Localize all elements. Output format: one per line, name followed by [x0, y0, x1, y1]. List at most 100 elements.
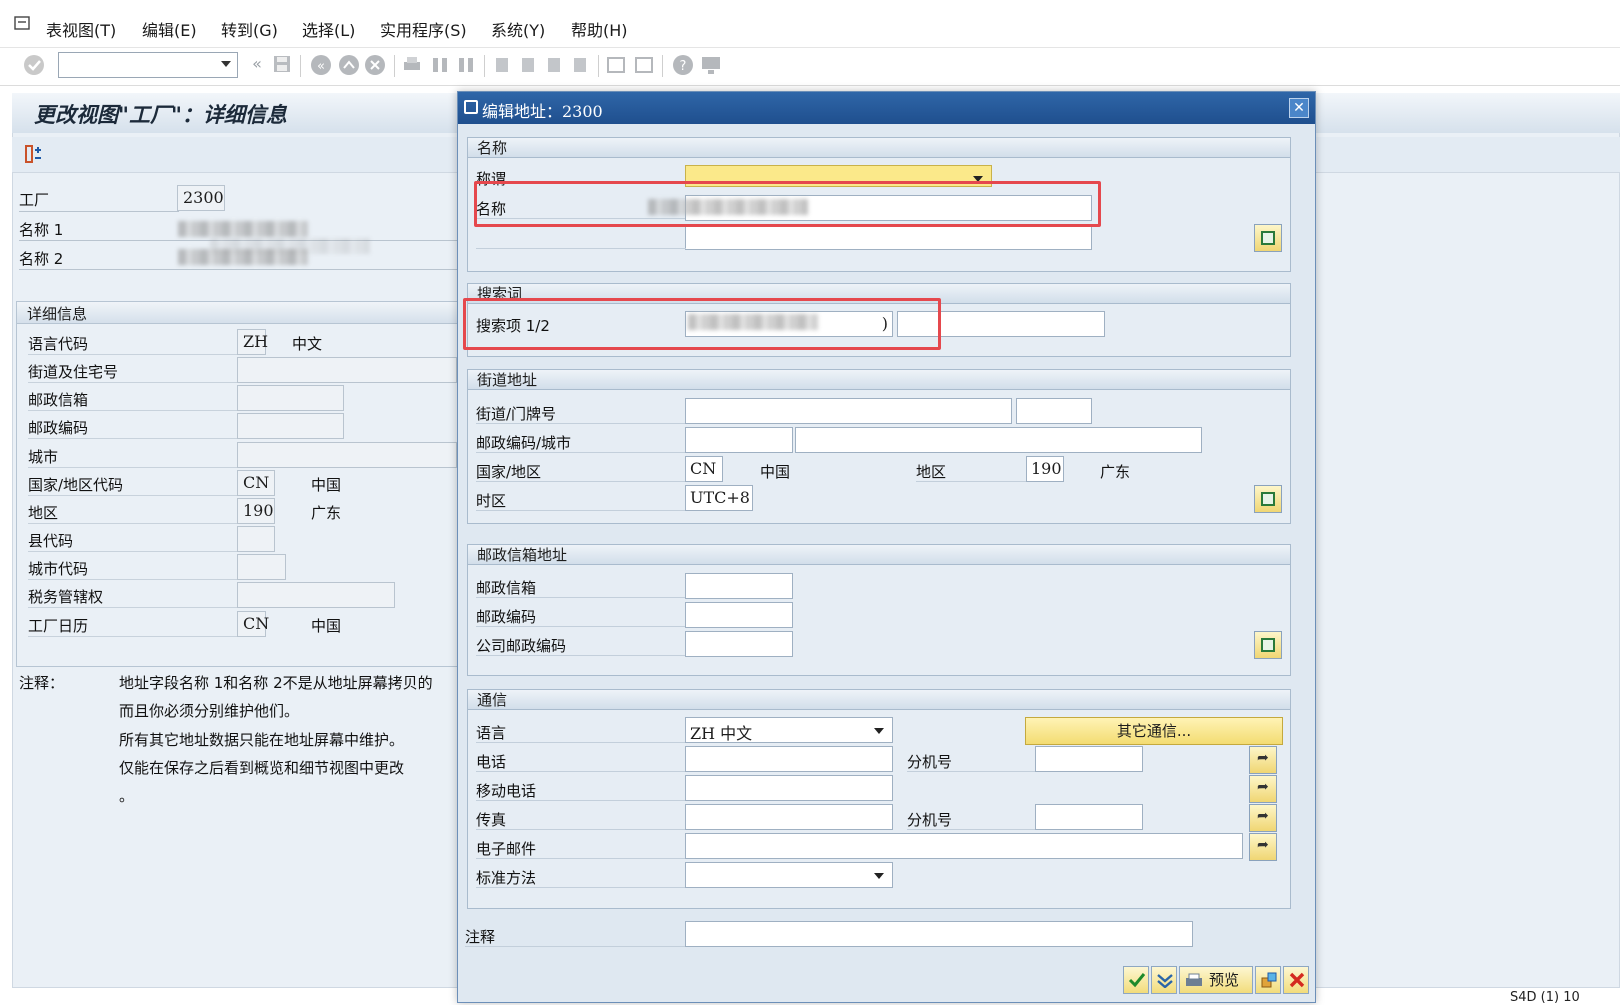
language-name: 中文 [292, 335, 323, 353]
county-code-label: 县代码 [28, 532, 74, 550]
pobox-postal-field[interactable] [685, 602, 793, 628]
exit-icon[interactable] [338, 54, 360, 76]
note-line: 所有其它地址数据只能在地址屏幕中维护。 [119, 731, 405, 749]
email-details-button[interactable]: ➦ [1249, 833, 1277, 861]
find-icon[interactable] [430, 55, 450, 75]
company-postal-field[interactable] [685, 631, 793, 657]
find-next-icon[interactable] [456, 55, 476, 75]
chevron-down-icon[interactable] [221, 61, 231, 67]
city-field[interactable] [795, 427, 1202, 453]
copy-address-icon [1261, 972, 1277, 988]
street-address-section-title: 街道地址 [468, 370, 1290, 390]
preview-label: 预览 [1208, 971, 1239, 989]
status-bar-system[interactable]: S4D (1) 10 [1510, 990, 1580, 1005]
chevron-down-icon[interactable] [874, 728, 884, 734]
plant-field: 2300 [177, 185, 225, 211]
cancel-x-icon [1289, 972, 1305, 988]
preview-button[interactable]: 预览 [1179, 966, 1253, 994]
menu-goto[interactable]: 转到(G) [221, 17, 278, 41]
close-icon[interactable]: ✕ [1289, 98, 1309, 118]
timezone-label: 时区 [476, 492, 507, 510]
email-label: 电子邮件 [476, 840, 537, 858]
country-name: 中国 [760, 463, 791, 481]
help-icon[interactable]: ? [672, 54, 694, 76]
phone-details-button[interactable]: ➦ [1249, 746, 1277, 774]
plant-label: 工厂 [19, 191, 50, 209]
language-select[interactable]: ZH 中文 [685, 717, 893, 743]
chevron-down-icon[interactable] [874, 873, 884, 879]
postal-code-field[interactable] [685, 427, 793, 453]
display-change-icon[interactable] [24, 144, 44, 164]
menu-system[interactable]: 系统(Y) [491, 17, 545, 41]
name-field-2[interactable] [685, 224, 1092, 250]
last-page-icon[interactable] [570, 55, 590, 75]
next-page-icon[interactable] [544, 55, 564, 75]
email-field[interactable] [685, 833, 1243, 859]
back-icon[interactable]: « [247, 54, 267, 74]
name-more-fields-button[interactable] [1254, 224, 1282, 252]
first-page-icon[interactable] [492, 55, 512, 75]
region-label: 地区 [916, 463, 947, 481]
menu-utilities[interactable]: 实用程序(S) [380, 17, 467, 41]
note-label: 注释： [19, 674, 65, 692]
dialog-window-icon [464, 100, 478, 114]
house-number-field[interactable] [1016, 398, 1092, 424]
postal-city-label: 邮政编码/城市 [476, 434, 572, 452]
fax-details-button[interactable]: ➦ [1249, 804, 1277, 832]
pobox-field[interactable] [685, 573, 793, 599]
menu-edit[interactable]: 编辑(E) [142, 17, 197, 41]
timezone-field[interactable]: UTC+8 [685, 485, 753, 511]
tax-jurisdiction-label: 税务管辖权 [28, 588, 104, 606]
remark-label: 注释 [465, 928, 496, 946]
region-name: 广东 [1100, 463, 1131, 481]
enter-icon[interactable] [23, 54, 45, 76]
remark-field[interactable] [685, 921, 1193, 947]
cancel-icon[interactable] [364, 54, 386, 76]
postal-code-label: 邮政编码 [28, 419, 89, 437]
fax-ext-field[interactable] [1035, 804, 1143, 830]
highlight-search-term [463, 298, 941, 350]
app-menu-icon[interactable] [14, 16, 30, 30]
layout-menu-icon[interactable] [700, 55, 722, 75]
region-field[interactable]: 190 [1026, 456, 1064, 482]
phone-ext-field[interactable] [1035, 746, 1143, 772]
city-code-field [237, 554, 286, 580]
name-section-title: 名称 [468, 138, 1290, 158]
copy-button[interactable] [1255, 966, 1281, 994]
dialog-title: 编辑地址：2300 [482, 102, 603, 121]
street-more-fields-button[interactable] [1254, 485, 1282, 513]
menu-table-view[interactable]: 表视图(T) [46, 17, 116, 41]
country-field[interactable]: CN [685, 456, 723, 482]
pobox-more-fields-button[interactable] [1254, 631, 1282, 659]
factory-calendar-label: 工厂日历 [28, 617, 89, 635]
checkmark-icon [1128, 973, 1146, 988]
factory-calendar-field: CN [237, 611, 269, 637]
save-icon[interactable] [272, 54, 292, 74]
new-session-icon[interactable] [606, 55, 626, 75]
edit-arrow-icon: ➦ [1257, 750, 1269, 766]
transfer-button[interactable] [1151, 966, 1177, 994]
menu-select[interactable]: 选择(L) [302, 17, 355, 41]
other-communication-button[interactable]: 其它通信... [1025, 717, 1283, 745]
previous-page-icon[interactable] [518, 55, 538, 75]
city-field [237, 442, 457, 468]
confirm-button[interactable] [1123, 966, 1149, 994]
svg-text:?: ? [680, 59, 687, 74]
phone-field[interactable] [685, 746, 893, 772]
menu-help[interactable]: 帮助(H) [571, 17, 628, 41]
mobile-details-button[interactable]: ➦ [1249, 775, 1277, 803]
shortcut-icon[interactable] [634, 55, 654, 75]
print-icon[interactable] [402, 55, 422, 75]
standard-method-select[interactable] [685, 862, 893, 888]
back-nav-icon[interactable]: « [310, 54, 332, 76]
fax-field[interactable] [685, 804, 893, 830]
command-field[interactable] [58, 52, 238, 78]
street-field[interactable] [685, 398, 1012, 424]
name2-value-redacted [178, 249, 308, 265]
name2-label: 名称 2 [19, 250, 64, 268]
mobile-field[interactable] [685, 775, 893, 801]
city-label: 城市 [28, 448, 59, 466]
pobox-label: 邮政信箱 [28, 391, 89, 409]
cancel-dialog-button[interactable] [1283, 966, 1309, 994]
country-code-field: CN [237, 470, 275, 496]
